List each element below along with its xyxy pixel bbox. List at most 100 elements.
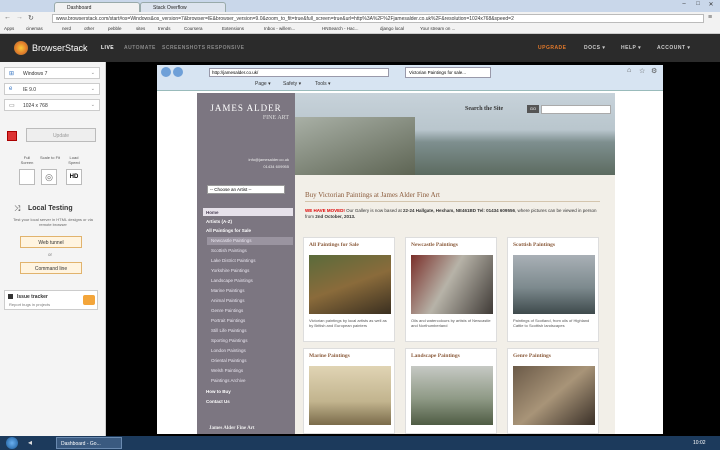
nav-account[interactable]: ACCOUNT ▾ (657, 45, 690, 51)
search-go-button[interactable]: GO (527, 105, 539, 113)
scale-to-fit-toggle[interactable]: ◎ (41, 169, 57, 185)
browserstack-logo-icon (14, 41, 28, 55)
category-card[interactable]: Genre Paintings (507, 348, 599, 434)
bookmark-item[interactable]: cinemas (26, 26, 43, 31)
nav-automate[interactable]: AUTOMATE (124, 45, 156, 51)
bookmark-item[interactable]: Your stream on ... (420, 26, 455, 31)
nav-how-to-buy[interactable]: How to Buy (206, 389, 231, 394)
ie-safety-menu[interactable]: Safety ▾ (283, 81, 301, 87)
start-icon[interactable] (6, 437, 18, 449)
ie-url-input[interactable]: http://jamesalder.co.uk/ (209, 68, 389, 77)
category-card[interactable]: Marine Paintings (303, 348, 395, 434)
settings-icon[interactable]: ⚙ (651, 67, 657, 75)
minimize-icon[interactable]: – (678, 1, 690, 9)
ie-toolbar: http://jamesalder.co.uk/ Victorian Paint… (157, 65, 663, 91)
nav-home[interactable]: Home (206, 210, 219, 215)
taskbar-item[interactable]: Dashboard - Go... (56, 437, 122, 449)
command-line-button[interactable]: Command line (20, 262, 82, 274)
category-card[interactable]: Scottish Paintings Paintings of Scotland,… (507, 237, 599, 342)
nav-genre[interactable]: Genre Paintings (211, 308, 243, 313)
resolution-select[interactable]: 1024 x 768 ▭ ⌄ (4, 99, 100, 111)
bookmark-item[interactable]: Coursera (184, 26, 203, 31)
bookmark-item[interactable]: trends (158, 26, 171, 31)
category-card[interactable]: Newcastle Paintings Oils and watercolours… (405, 237, 497, 342)
nav-artists[interactable]: Artists (A-Z) (206, 219, 232, 224)
bookmark-item[interactable]: Extensions (222, 26, 244, 31)
ie-back-icon[interactable] (161, 67, 171, 77)
forward-icon[interactable]: → (16, 14, 23, 21)
nav-landscape[interactable]: Landscape Paintings (211, 278, 253, 283)
reload-icon[interactable]: ↻ (28, 14, 34, 22)
bookmark-item[interactable]: Apps (4, 26, 14, 31)
notice-address: 22-24 Hallgate, Hexham, NE461BD (402, 208, 476, 213)
bookmark-item[interactable]: django local (380, 26, 404, 31)
close-icon[interactable]: ✕ (705, 1, 717, 9)
tab-label: Dashboard (67, 5, 92, 11)
ie-tab[interactable]: Victorian Paintings for sale... (405, 67, 491, 78)
nav-sporting[interactable]: Sporting Paintings (211, 338, 248, 343)
nav-oriental[interactable]: Oriental Paintings (211, 358, 247, 363)
card-image (411, 366, 493, 425)
favorites-icon[interactable]: ☆ (639, 67, 645, 75)
nav-animal[interactable]: Animal Paintings (211, 298, 245, 303)
browser-select[interactable]: IE 9.0 e ⌄ (4, 83, 100, 95)
nav-live[interactable]: LIVE (101, 45, 114, 51)
ie-forward-icon[interactable] (173, 67, 183, 77)
nav-docs[interactable]: DOCS ▾ (584, 45, 605, 51)
search-input[interactable] (541, 105, 611, 114)
chevron-down-icon: ⌄ (90, 86, 95, 92)
tab-stackoverflow[interactable]: Stack Overflow (140, 2, 226, 12)
browserstack-sidebar: Windows 7 ⊞ ⌄ IE 9.0 e ⌄ 1024 x 768 ▭ ⌄ Update… (0, 62, 106, 436)
page-heading: Buy Victorian Paintings at James Alder F… (305, 191, 440, 199)
nav-marine[interactable]: Marine Paintings (211, 288, 245, 293)
home-icon[interactable]: ⌂ (627, 67, 631, 74)
bookmark-item[interactable]: pebble (108, 26, 122, 31)
nav-newcastle[interactable]: Newcastle Paintings (211, 238, 252, 243)
nav-scottish[interactable]: Scottish Paintings (211, 248, 247, 253)
card-image (513, 255, 595, 314)
nav-portrait[interactable]: Portrait Paintings (211, 318, 245, 323)
nav-yorkshire[interactable]: Yorkshire Paintings (211, 268, 249, 273)
url-input[interactable]: www.browserstack.com/start#os=Windows&os… (52, 14, 704, 23)
artist-select[interactable]: -- Choose an Artist -- (207, 185, 285, 194)
nav-contact[interactable]: Contact Us (206, 399, 230, 404)
tab-dashboard[interactable]: Dashboard (54, 2, 140, 12)
nav-help[interactable]: HELP ▾ (621, 45, 641, 51)
bookmark-item[interactable]: sites (136, 26, 145, 31)
update-button[interactable]: Update (26, 128, 96, 142)
nav-all-paintings[interactable]: All Paintings for Sale (206, 228, 251, 233)
chevron-down-icon: ⌄ (90, 70, 95, 76)
nav-london[interactable]: London Paintings (211, 348, 246, 353)
site-email[interactable]: info@jamesalder.co.uk (197, 157, 289, 162)
nav-upgrade[interactable]: UPGRADE (538, 45, 567, 51)
volume-icon[interactable]: ◂ (28, 438, 32, 447)
nav-lake-district[interactable]: Lake District Paintings (211, 258, 256, 263)
nav-archive[interactable]: Paintings Archive (211, 378, 246, 383)
nav-welsh[interactable]: Welsh Paintings (211, 368, 243, 373)
bookmark-item[interactable]: nerd (62, 26, 71, 31)
nav-still-life[interactable]: Still Life Paintings (211, 328, 247, 333)
category-card[interactable]: All Paintings for Sale Victorian painting… (303, 237, 395, 342)
bookmarks-bar: Apps cinemas nerd other pebble sites tre… (0, 24, 720, 34)
issue-tracker-panel[interactable]: Issue tracker Report bugs in projects (4, 290, 98, 310)
nav-responsive[interactable]: RESPONSIVE (207, 45, 245, 51)
bookmark-item[interactable]: HNSearch - Hac... (322, 26, 359, 31)
menu-icon[interactable]: ≡ (708, 14, 712, 21)
ie-page-menu[interactable]: Page ▾ (255, 81, 271, 87)
bookmark-item[interactable]: Inbox - willem... (264, 26, 295, 31)
card-title: Landscape Paintings (411, 353, 460, 359)
brand-name-line1: JAMES ALDER (210, 103, 282, 113)
chrome-tab-strip: Dashboard Stack Overflow – □ ✕ (0, 0, 720, 12)
ie-tools-menu[interactable]: Tools ▾ (315, 81, 331, 87)
maximize-icon[interactable]: □ (692, 1, 704, 9)
bookmark-item[interactable]: other (84, 26, 94, 31)
stop-icon[interactable] (7, 131, 17, 141)
os-select[interactable]: Windows 7 ⊞ ⌄ (4, 67, 100, 79)
back-icon[interactable]: ← (4, 14, 11, 21)
category-card[interactable]: Landscape Paintings (405, 348, 497, 434)
nav-screenshots[interactable]: SCREENSHOTS (162, 45, 206, 51)
full-screen-toggle[interactable] (19, 169, 35, 185)
web-tunnel-button[interactable]: Web tunnel (20, 236, 82, 248)
notice-phone: Tel: 01434 609556 (476, 208, 515, 213)
load-speed-hd-toggle[interactable]: HD (66, 169, 82, 185)
